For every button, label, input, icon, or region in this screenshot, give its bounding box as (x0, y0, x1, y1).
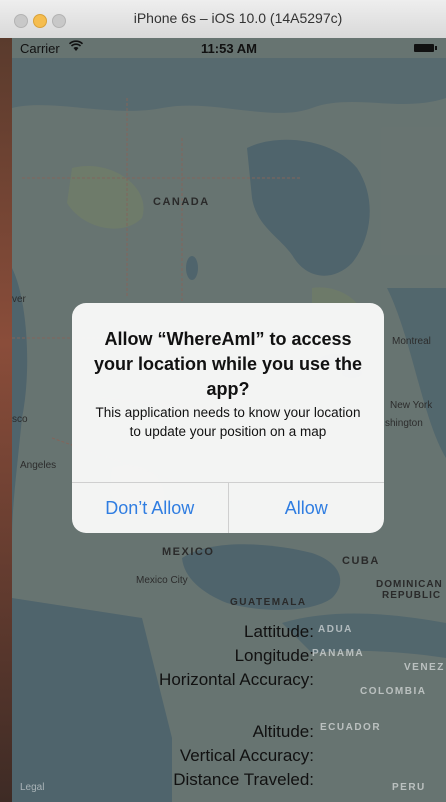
map-legal-link[interactable]: Legal (20, 782, 44, 793)
dont-allow-button[interactable]: Don’t Allow (72, 483, 228, 533)
map-city-washington: shington (385, 418, 423, 429)
map-label-canada: CANADA (153, 196, 210, 208)
map-label-colombia: COLOMBIA (360, 686, 427, 697)
map-label-mexico: MEXICO (162, 546, 215, 558)
map-label-peru: PERU (392, 782, 426, 793)
alert-title: Allow “WhereAmI” to access your location… (93, 329, 363, 399)
map-label-panama: PANAMA (312, 648, 365, 659)
battery-icon (414, 44, 437, 52)
vertical-accuracy-label: Vertical Accuracy: (179, 746, 314, 765)
map-city-mexico-city: Mexico City (136, 575, 188, 586)
clock: 11:53 AM (201, 41, 257, 56)
desktop-background-strip (0, 38, 12, 802)
distance-traveled-label: Distance Traveled: (173, 770, 314, 789)
map-city-san-francisco: sco (12, 414, 28, 425)
map-label-adua: ADUA (318, 624, 353, 635)
allow-button[interactable]: Allow (227, 483, 385, 533)
window-title: iPhone 6s – iOS 10.0 (14A5297c) (133, 10, 343, 26)
status-bar: Carrier 11:53 AM (12, 38, 446, 58)
horizontal-accuracy-label: Horizontal Accuracy: (159, 670, 314, 689)
altitude-label: Altitude: (252, 722, 314, 741)
map-label-ecuador: ECUADOR (320, 722, 382, 733)
map-city-montreal: Montreal (392, 336, 431, 347)
simulator-title-bar: iPhone 6s – iOS 10.0 (14A5297c) (0, 0, 446, 39)
map-label-republic: REPUBLIC (382, 590, 442, 601)
latitude-label: Lattitude: (244, 622, 314, 641)
device-screen: CANADA MEXICO CUBA GUATEMALA DOMINICAN R… (12, 38, 446, 802)
longitude-label: Longitude: (234, 646, 314, 665)
map-label-dominican: DOMINICAN (376, 579, 443, 590)
map-city-los-angeles: Angeles (20, 460, 57, 471)
map-city-new-york: New York (390, 400, 433, 411)
alert-button-row: Don’t Allow Allow (72, 482, 384, 533)
map-city-vancouver: ver (12, 294, 26, 305)
alert-message: This application needs to know your loca… (95, 405, 361, 439)
map-label-venezuela: VENEZ (404, 662, 445, 673)
map-label-cuba: CUBA (342, 555, 380, 567)
map-label-guatemala: GUATEMALA (230, 597, 307, 608)
location-permission-alert: Allow “WhereAmI” to access your location… (72, 303, 384, 533)
